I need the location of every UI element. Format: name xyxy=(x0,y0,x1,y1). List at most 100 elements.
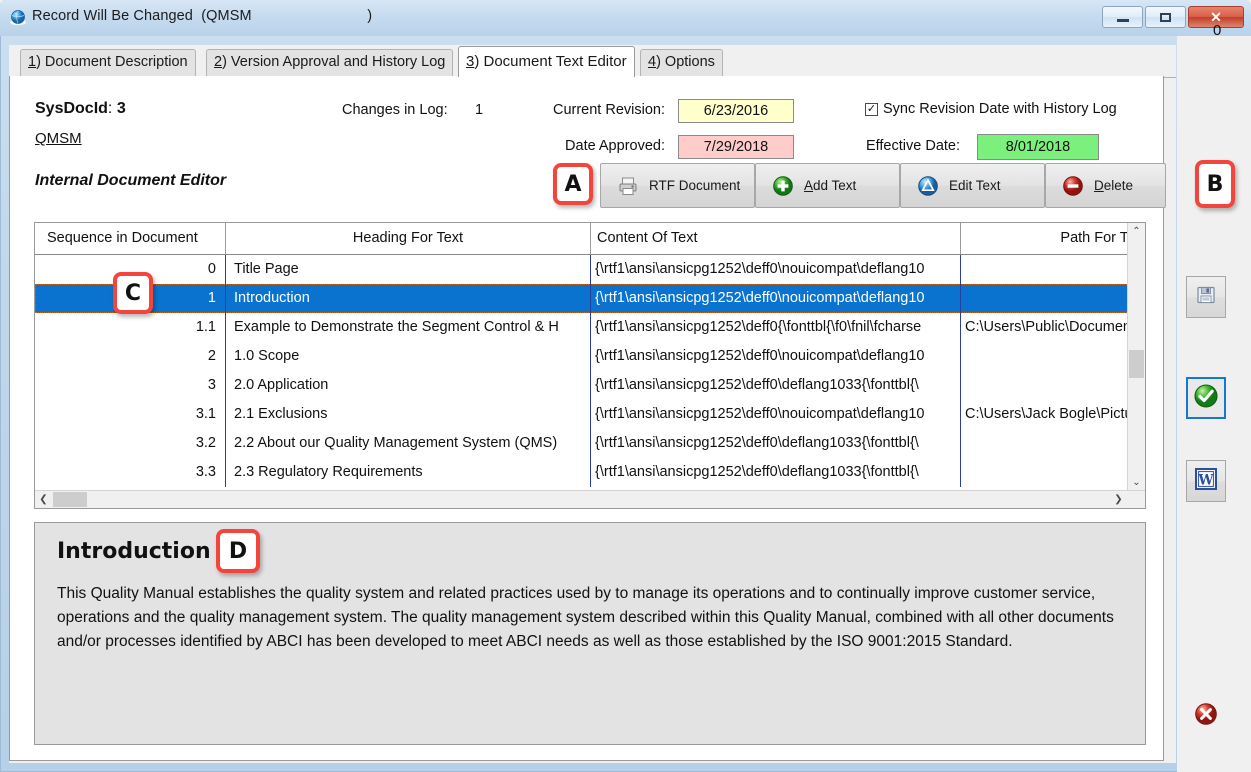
cell-path xyxy=(961,342,1129,371)
edit-text-button[interactable]: Edit Text xyxy=(900,163,1045,208)
scrollbar-corner xyxy=(1128,491,1145,508)
client-area: 1) Document Description 2) Version Appro… xyxy=(9,45,1176,763)
date-approved-field[interactable]: 7/29/2018 xyxy=(678,135,794,159)
cell-heading: Example to Demonstrate the Segment Contr… xyxy=(226,313,591,342)
red-x-icon xyxy=(1193,701,1219,732)
table-row[interactable]: 3.2 2.2 About our Quality Management Sys… xyxy=(35,429,1129,458)
cell-heading: 2.2 About our Quality Management System … xyxy=(226,429,591,458)
edit-text-rest: dit Text xyxy=(958,178,1001,193)
maximize-button[interactable] xyxy=(1145,6,1186,28)
scroll-down-icon[interactable]: ⌄ xyxy=(1128,474,1145,491)
cell-sequence: 3.2 xyxy=(35,429,226,458)
tab-options[interactable]: 4) Options xyxy=(640,49,723,77)
cell-content: {\rtf1\ansi\ansicpg1252\deff0\deflang103… xyxy=(591,429,961,458)
horizontal-scroll-thumb[interactable] xyxy=(53,492,87,507)
delete-button[interactable]: Delete xyxy=(1045,163,1166,208)
table-row[interactable]: 3.3 2.3 Regulatory Requirements {\rtf1\a… xyxy=(35,458,1129,487)
word-export-button[interactable]: W xyxy=(1186,460,1226,502)
window-controls: ✕ xyxy=(1102,6,1244,28)
callout-b: B xyxy=(1195,160,1235,208)
cell-path xyxy=(961,371,1129,400)
sysdocid-colon: : xyxy=(108,100,117,117)
minimize-icon xyxy=(1117,19,1129,22)
callout-d: D xyxy=(216,529,260,573)
cell-path xyxy=(961,458,1129,487)
table-row[interactable]: 3.1 2.1 Exclusions {\rtf1\ansi\ansicpg12… xyxy=(35,400,1129,429)
scroll-left-icon[interactable]: ❮ xyxy=(35,491,52,508)
cell-content: {\rtf1\ansi\ansicpg1252\deff0\nouicompat… xyxy=(591,342,961,371)
document-text-grid[interactable]: Sequence in Document Heading For Text Co… xyxy=(34,222,1146,509)
cell-path: C:\Users\Jack Bogle\Pictur xyxy=(961,400,1129,429)
cancel-button[interactable] xyxy=(1186,695,1226,737)
grid-header-row: Sequence in Document Heading For Text Co… xyxy=(35,223,1145,255)
save-button[interactable] xyxy=(1186,276,1226,318)
cell-sequence: 1.1 xyxy=(35,313,226,342)
grid-horizontal-scrollbar[interactable]: ❮ ❯ xyxy=(35,490,1145,508)
cell-sequence: 3.3 xyxy=(35,458,226,487)
cell-heading: 2.1 Exclusions xyxy=(226,400,591,429)
cell-heading: Introduction xyxy=(226,284,591,313)
sync-revision-checkbox[interactable]: ✓ Sync Revision Date with History Log xyxy=(865,101,1117,117)
column-header-path[interactable]: Path For Tra xyxy=(961,223,1146,254)
cell-content: {\rtf1\ansi\ansicpg1252\deff0\nouicompat… xyxy=(591,400,961,429)
column-header-content[interactable]: Content Of Text xyxy=(591,223,961,254)
table-row[interactable]: 1.1 Example to Demonstrate the Segment C… xyxy=(35,313,1129,342)
tab-version-approval[interactable]: 2) Version Approval and History Log xyxy=(206,49,453,77)
svg-text:W: W xyxy=(1197,472,1214,488)
tab-document-description[interactable]: 1) Document Description xyxy=(20,49,196,77)
word-icon: W xyxy=(1193,466,1219,497)
cell-path xyxy=(961,284,1129,313)
table-row[interactable]: 2 1.0 Scope {\rtf1\ansi\ansicpg1252\deff… xyxy=(35,342,1129,371)
cell-content: {\rtf1\ansi\ansicpg1252\deff0\nouicompat… xyxy=(591,255,961,284)
cell-content: {\rtf1\ansi\ansicpg1252\deff0\deflang103… xyxy=(591,458,961,487)
scroll-up-icon[interactable]: ⌃ xyxy=(1128,223,1145,240)
blue-triangle-icon xyxy=(917,175,939,197)
add-text-label: Add Text xyxy=(804,178,856,193)
window-title: Record Will Be Changed (QMSM ) xyxy=(32,8,372,24)
delete-label: Delete xyxy=(1094,178,1133,193)
sysdocid-label: SysDocId xyxy=(35,100,108,117)
add-text-button[interactable]: Add Text xyxy=(755,163,900,208)
column-header-heading[interactable]: Heading For Text xyxy=(226,223,591,254)
sysdocid-value: 3 xyxy=(117,100,126,117)
cell-sequence: 3 xyxy=(35,371,226,400)
tab-document-text-editor[interactable]: 3) Document Text Editor xyxy=(458,46,635,77)
application-window: Record Will Be Changed (QMSM ) ✕ 1) Docu… xyxy=(0,0,1251,772)
cell-heading: 1.0 Scope xyxy=(226,342,591,371)
tab-label-3: ) Document Text Editor xyxy=(474,53,626,70)
tab-label-2: ) Version Approval and History Log xyxy=(222,54,445,70)
cell-path: C:\Users\Public\Document xyxy=(961,313,1129,342)
effective-date-field[interactable]: 8/01/2018 xyxy=(977,134,1099,160)
record-counter: 0 xyxy=(1213,22,1221,39)
title-bar: Record Will Be Changed (QMSM ) ✕ xyxy=(0,0,1251,36)
cell-heading: Title Page xyxy=(226,255,591,284)
floppy-disk-icon xyxy=(1195,284,1217,311)
scroll-right-icon[interactable]: ❯ xyxy=(1110,491,1127,508)
ok-button[interactable] xyxy=(1186,377,1226,419)
green-check-icon xyxy=(1193,383,1219,414)
tab-accel-1: 1 xyxy=(28,54,36,70)
rtf-document-button[interactable]: RTF Document xyxy=(600,163,755,208)
table-row-selected[interactable]: 1 Introduction {\rtf1\ansi\ansicpg1252\d… xyxy=(35,284,1129,313)
effective-date-label: Effective Date: xyxy=(800,138,960,154)
cell-content: {\rtf1\ansi\ansicpg1252\deff0\deflang103… xyxy=(591,371,961,400)
sysdocid-row: SysDocId: 3 xyxy=(35,100,126,118)
checkbox-icon: ✓ xyxy=(865,103,878,116)
grid-vertical-scrollbar[interactable]: ⌃ ⌄ xyxy=(1127,223,1145,491)
table-row[interactable]: 0 Title Page {\rtf1\ansi\ansicpg1252\def… xyxy=(35,255,1129,284)
tab-label-1: ) Document Description xyxy=(36,54,188,70)
tab-strip: 1) Document Description 2) Version Appro… xyxy=(9,45,1176,78)
column-header-sequence[interactable]: Sequence in Document xyxy=(35,223,226,254)
table-row[interactable]: 3 2.0 Application {\rtf1\ansi\ansicpg125… xyxy=(35,371,1129,400)
vertical-scroll-thumb[interactable] xyxy=(1129,350,1144,378)
document-code-link[interactable]: QMSM xyxy=(35,130,82,147)
minimize-button[interactable] xyxy=(1102,6,1143,28)
globe-icon xyxy=(9,9,27,27)
add-text-rest: dd Text xyxy=(813,178,856,193)
printer-icon xyxy=(617,175,639,197)
red-minus-icon xyxy=(1062,175,1084,197)
changes-in-log-label: Changes in Log: xyxy=(342,102,448,118)
cell-sequence: 3.1 xyxy=(35,400,226,429)
edit-text-label: Edit Text xyxy=(949,178,1001,193)
current-revision-field[interactable]: 6/23/2016 xyxy=(678,99,794,123)
